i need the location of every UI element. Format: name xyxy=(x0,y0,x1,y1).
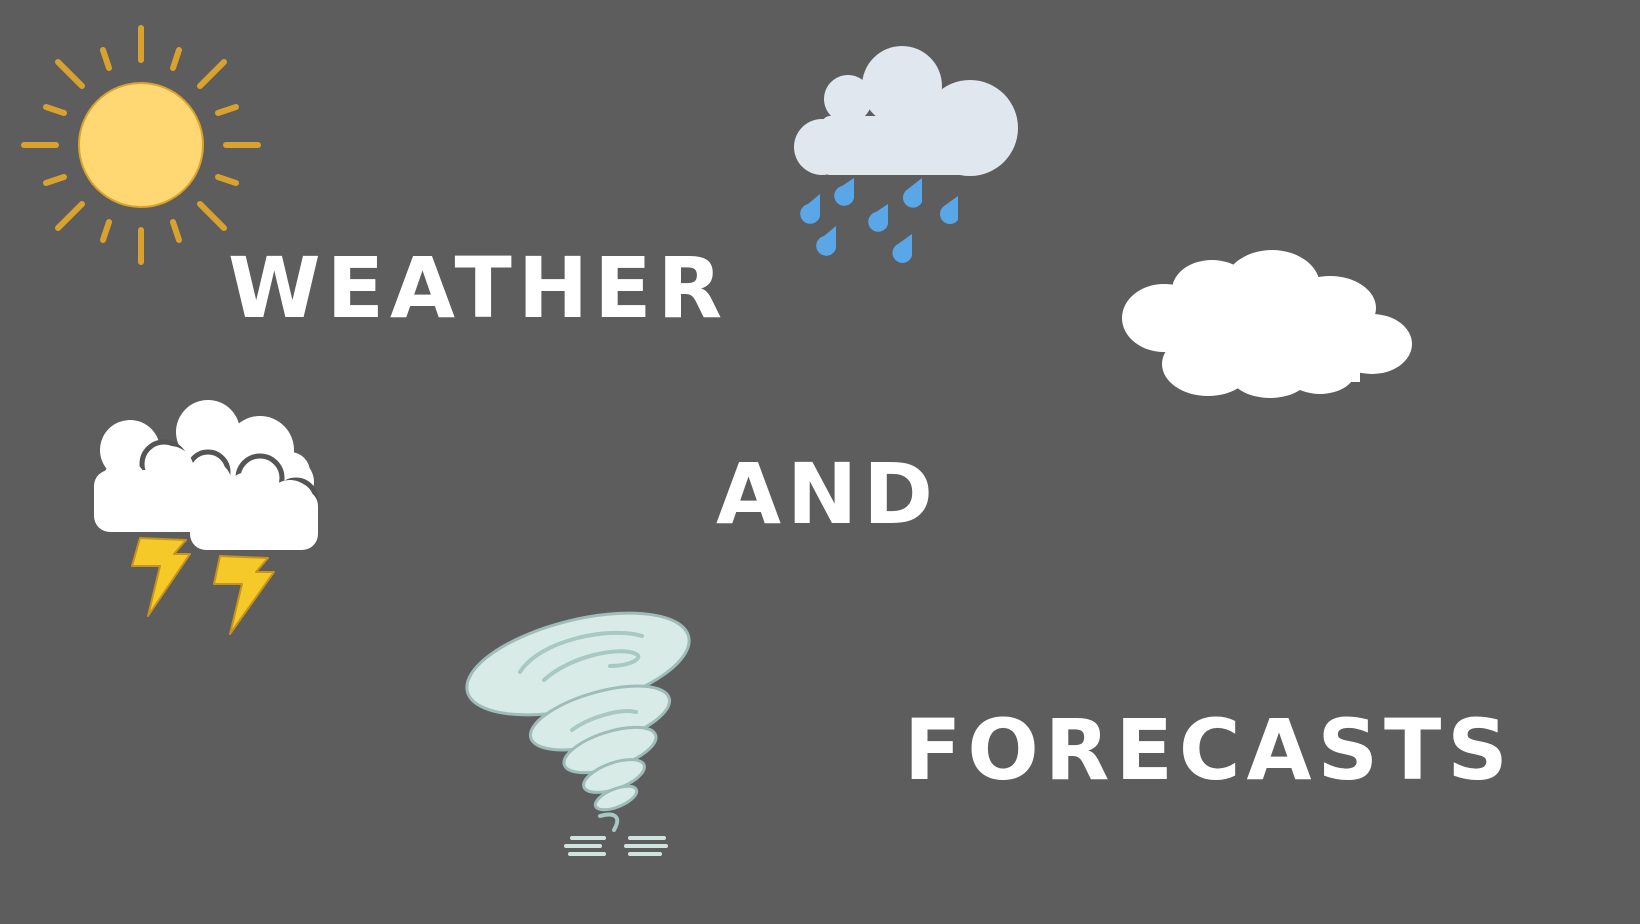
weather-title-graphic: WEATHER AND FORECASTS xyxy=(0,0,1640,924)
tornado-icon xyxy=(465,611,691,856)
title-word-and: AND xyxy=(716,445,940,543)
title-word-forecasts: FORECASTS xyxy=(904,701,1514,799)
title-word-weather: WEATHER xyxy=(228,239,729,337)
cloud-icon xyxy=(1122,250,1412,398)
sun-icon xyxy=(21,25,261,265)
rain-cloud-icon xyxy=(794,46,1018,263)
thunderstorm-icon xyxy=(94,400,319,635)
